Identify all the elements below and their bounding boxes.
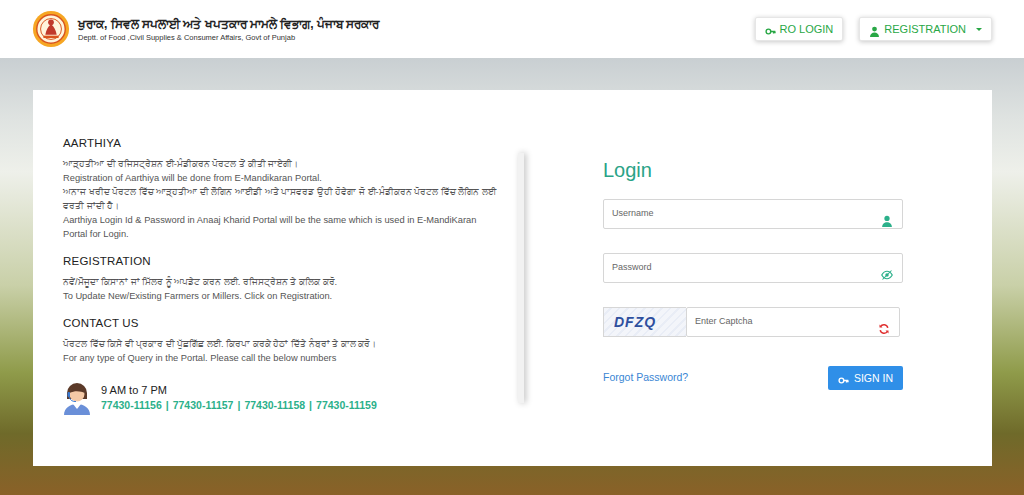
phone-separator: | (237, 399, 240, 411)
government-emblem-icon (32, 10, 70, 48)
login-panel: AARTHIYA ਆੜ੍ਹਤੀਆ ਦੀ ਰਜਿਸਟ੍ਰੇਸ਼ਨ ਈ-ਮੰਡੀਕਰਨ… (33, 90, 992, 466)
captcha-input[interactable] (687, 309, 869, 335)
password-field (603, 253, 903, 283)
column-divider (518, 153, 524, 403)
login-title: Login (603, 158, 972, 182)
section-text: ਪੋਰਟਲ ਵਿੱਚ ਕਿਸੇ ਵੀ ਪ੍ਰਕਾਰ ਦੀ ਪੁੱਛਗਿੱਛ ਲਈ… (63, 337, 500, 351)
phone-separator: | (309, 399, 312, 411)
section-text: ਆੜ੍ਹਤੀਆ ਦੀ ਰਜਿਸਟ੍ਰੇਸ਼ਨ ਈ-ਮੰਡੀਕਰਨ ਪੋਰਟਲ ਤ… (63, 157, 500, 171)
brand: ਖੁਰਾਕ, ਸਿਵਲ ਸਪਲਾਈ ਅਤੇ ਖਪਤਕਾਰ ਮਾਮਲੇ ਵਿਭਾਗ… (32, 10, 379, 48)
phone-numbers: 77430-11156|77430-11157|77430-11158|7743… (101, 398, 377, 413)
section-heading: AARTHIYA (63, 136, 500, 151)
page: ਖੁਰਾਕ, ਸਿਵਲ ਸਪਲਾਈ ਅਤੇ ਖਪਤਕਾਰ ਮਾਮਲੇ ਵਿਭਾਗ… (0, 0, 1024, 495)
registration-dropdown[interactable]: REGISTRATION (859, 17, 992, 41)
phone-number[interactable]: 77430-11157 (173, 399, 234, 411)
section-heading: REGISTRATION (63, 254, 500, 269)
support-hours: 9 AM to 7 PM (101, 383, 377, 398)
ro-login-button[interactable]: RO LOGIN (755, 17, 844, 41)
button-label: RO LOGIN (780, 22, 834, 36)
top-header: ਖੁਰਾਕ, ਸਿਵਲ ਸਪਲਾਈ ਅਤੇ ਖਪਤਕਾਰ ਮਾਮਲੇ ਵਿਭਾਗ… (0, 0, 1024, 58)
phone-number[interactable]: 77430-11159 (316, 399, 377, 411)
eye-slash-icon (881, 262, 893, 274)
header-buttons: RO LOGIN REGISTRATION (755, 17, 993, 41)
info-section: AARTHIYA ਆੜ੍ਹਤੀਆ ਦੀ ਰਜਿਸਟ੍ਰੇਸ਼ਨ ਈ-ਮੰਡੀਕਰਨ… (63, 136, 500, 241)
brand-text: ਖੁਰਾਕ, ਸਿਵਲ ਸਪਲਾਈ ਅਤੇ ਖਪਤਕਾਰ ਮਾਮਲੇ ਵਿਭਾਗ… (78, 16, 379, 43)
support-agent-icon (63, 381, 91, 415)
phone-separator: | (166, 399, 169, 411)
password-input[interactable] (604, 255, 872, 281)
captcha-field (686, 307, 900, 337)
section-text: Aarthiya Login Id & Password in Anaaj Kh… (63, 213, 500, 241)
section-text: For any type of Query in the Portal. Ple… (63, 351, 500, 365)
section-text: Registration of Aarthiya will be done fr… (63, 171, 500, 185)
refresh-icon[interactable] (878, 316, 890, 328)
username-input[interactable] (604, 201, 872, 227)
info-section: REGISTRATION ਨਵੇਂ/ਮੌਜੂਦਾ ਕਿਸਾਨਾਂ ਜਾਂ ਮਿੱਲ… (63, 254, 500, 303)
section-text: ਨਵੇਂ/ਮੌਜੂਦਾ ਕਿਸਾਨਾਂ ਜਾਂ ਮਿੱਲਰ ਨੂੰ ਅਪਡੇਟ … (63, 275, 500, 289)
login-actions: Forgot Password? SIGN IN (603, 366, 903, 390)
info-section: CONTACT US ਪੋਰਟਲ ਵਿੱਚ ਕਿਸੇ ਵੀ ਪ੍ਰਕਾਰ ਦੀ ਪ… (63, 316, 500, 365)
phone-number[interactable]: 77430-11158 (244, 399, 305, 411)
info-column: AARTHIYA ਆੜ੍ਹਤੀਆ ਦੀ ਰਜਿਸਟ੍ਰੇਸ਼ਨ ਈ-ਮੰਡੀਕਰਨ… (33, 90, 518, 466)
forgot-password-link[interactable]: Forgot Password? (603, 370, 688, 386)
field-background: AARTHIYA ਆੜ੍ਹਤੀਆ ਦੀ ਰਜਿਸਟ੍ਰੇਸ਼ਨ ਈ-ਮੰਡੀਕਰਨ… (0, 58, 1024, 495)
phone-number[interactable]: 77430-11156 (101, 399, 162, 411)
username-field (603, 199, 903, 229)
section-heading: CONTACT US (63, 316, 500, 331)
section-text: ਅਨਾਜ ਖਰੀਦ ਪੋਰਟਲ ਵਿੱਚ ਆੜ੍ਹਤੀਆ ਦੀ ਲੌਗਿਨ ਆਈ… (63, 185, 500, 213)
key-icon (765, 24, 776, 35)
user-icon (869, 24, 880, 35)
department-title: ਖੁਰਾਕ, ਸਿਵਲ ਸਪਲਾਈ ਅਤੇ ਖਪਤਕਾਰ ਮਾਮਲੇ ਵਿਭਾਗ… (78, 16, 379, 32)
captcha-row: DFZQ (603, 307, 900, 337)
key-icon (838, 373, 849, 384)
department-subtitle: Deptt. of Food ,Civil Supplies & Consume… (78, 32, 379, 43)
section-text: To Update New/Existing Farmers or Miller… (63, 289, 500, 303)
sign-in-button[interactable]: SIGN IN (828, 366, 903, 390)
user-icon (881, 208, 893, 220)
captcha-image: DFZQ (603, 307, 686, 337)
contact-info: 9 AM to 7 PM77430-11156|77430-11157|7743… (63, 381, 500, 415)
contact-text: 9 AM to 7 PM77430-11156|77430-11157|7743… (101, 383, 377, 413)
button-label: REGISTRATION (884, 22, 966, 36)
button-label: SIGN IN (854, 371, 893, 385)
login-column: Login DFZQ Forgot Password? SIGN IN (524, 90, 992, 466)
